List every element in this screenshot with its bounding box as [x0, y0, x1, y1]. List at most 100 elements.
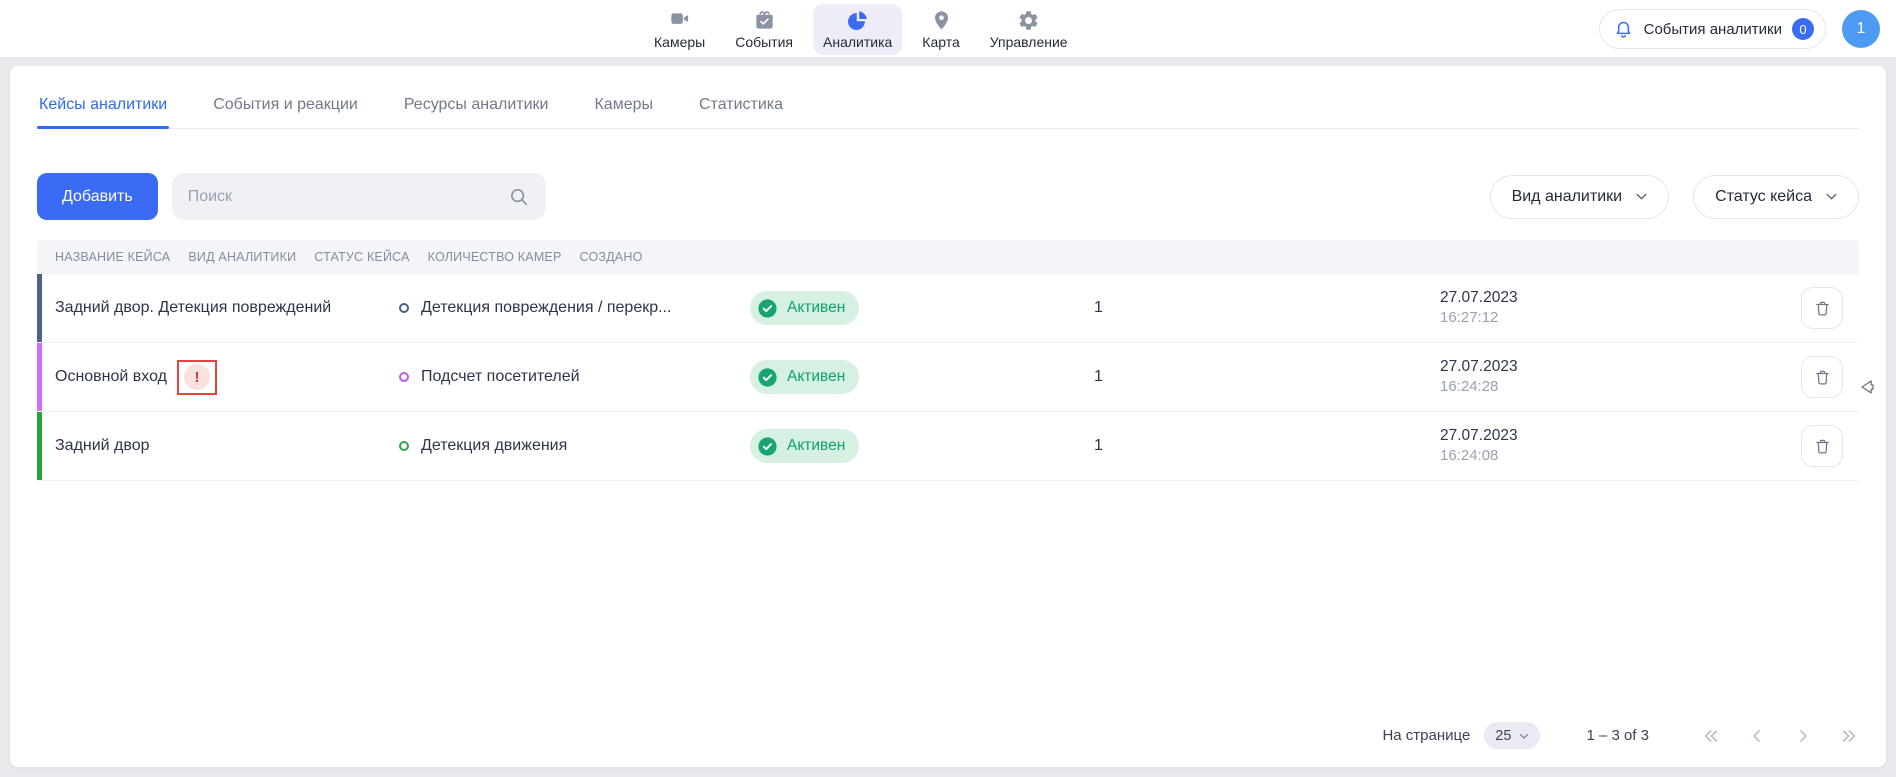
case-name-cell: Задний двор [37, 437, 381, 455]
case-name: Основной вход [55, 368, 167, 386]
nav-item[interactable]: Камеры [644, 4, 715, 55]
case-status-cell: Активен [732, 429, 1076, 463]
case-status-cell: Активен [732, 291, 1076, 325]
tab[interactable]: Статистика [697, 90, 785, 128]
video-camera-icon [668, 9, 691, 32]
top-nav: Камеры События Анали [0, 0, 1896, 58]
nav-item-label: Управление [990, 34, 1068, 50]
filter-dropdown[interactable]: Вид аналитики [1490, 175, 1670, 219]
tabs: Кейсы аналитики События и реакции Ресурс… [37, 66, 1859, 129]
case-name-cell: Основной вход ! [37, 360, 381, 395]
created-time: 16:24:28 [1440, 377, 1518, 397]
trash-icon [1813, 437, 1832, 456]
trash-icon [1813, 299, 1832, 318]
table-header-cell: ВИД АНАЛИТИКИ [170, 250, 296, 264]
analytics-events-button[interactable]: События аналитики 0 [1599, 9, 1826, 49]
status-badge-label: Активен [787, 437, 845, 455]
camera-count: 1 [1094, 437, 1103, 455]
gear-icon [1017, 9, 1040, 32]
tab[interactable]: Ресурсы аналитики [402, 90, 551, 128]
pie-chart-icon [846, 9, 869, 32]
nav-item-label: Камеры [654, 34, 705, 50]
double-chevron-right-icon [1839, 726, 1859, 746]
filters: Вид аналитики Статус кейса [1490, 175, 1859, 219]
analytics-type-cell: Подсчет посетителей [381, 368, 732, 386]
search-input[interactable] [188, 188, 508, 206]
search-box[interactable] [172, 173, 546, 220]
nav-item[interactable]: Карта [912, 4, 969, 55]
analytics-type-label: Подсчет посетителей [421, 368, 580, 386]
check-icon [756, 435, 779, 458]
table-header: НАЗВАНИЕ КЕЙСА ВИД АНАЛИТИКИ СТАТУС КЕЙС… [37, 240, 1859, 274]
camera-count: 1 [1094, 299, 1103, 317]
trash-icon [1813, 368, 1832, 387]
created-time: 16:24:08 [1440, 446, 1518, 466]
analytics-type-dot [399, 303, 409, 313]
status-badge: Активен [750, 291, 859, 325]
table-body: Задний двор. Детекция повреждений Детекц… [37, 274, 1859, 481]
analytics-type-dot [399, 372, 409, 382]
analytics-type-dot [399, 441, 409, 451]
table-header-cell: СОЗДАНО [562, 250, 643, 264]
nav-item[interactable]: Управление [980, 4, 1078, 55]
filter-dropdown-label: Статус кейса [1715, 188, 1812, 206]
double-chevron-left-icon [1701, 726, 1721, 746]
tab[interactable]: Кейсы аналитики [37, 90, 169, 128]
delete-case-button[interactable] [1801, 356, 1843, 398]
table-row[interactable]: Задний двор Детекция движения Активен [37, 412, 1859, 481]
map-pin-icon [930, 9, 953, 32]
camera-count-cell: 1 [1076, 437, 1422, 455]
delete-case-button[interactable] [1801, 287, 1843, 329]
tab[interactable]: Камеры [592, 90, 655, 128]
chevron-right-icon [1793, 726, 1813, 746]
next-page-button[interactable] [1793, 726, 1813, 746]
prev-page-button[interactable] [1747, 726, 1767, 746]
table-row[interactable]: Основной вход ! Подсчет посетителей [37, 343, 1859, 412]
nav-item-label: Карта [922, 34, 959, 50]
per-page-select[interactable]: 25 [1484, 722, 1540, 749]
events-button-label: События аналитики [1644, 21, 1782, 38]
created-cell: 27.07.2023 16:24:08 [1422, 426, 1733, 466]
row-actions-cell [1733, 287, 1859, 329]
search-icon [508, 186, 530, 208]
check-icon [756, 297, 779, 320]
nav-item[interactable]: Аналитика [813, 4, 902, 55]
table-footer: На странице 25 1 – 3 of 3 [37, 722, 1859, 767]
first-page-button[interactable] [1701, 726, 1721, 746]
pagination [1701, 726, 1859, 746]
delete-case-button[interactable] [1801, 425, 1843, 467]
status-badge-label: Активен [787, 368, 845, 386]
tab-label: События и реакции [213, 96, 358, 113]
per-page-label: На странице [1382, 727, 1470, 744]
row-actions-cell [1733, 356, 1859, 398]
table-header-cell: СТАТУС КЕЙСА [296, 250, 409, 264]
camera-count-cell: 1 [1076, 299, 1422, 317]
analytics-type-label: Детекция повреждения / перекр... [421, 299, 671, 317]
table-header-cell: НАЗВАНИЕ КЕЙСА [37, 250, 170, 264]
nav-right: События аналитики 0 1 [1599, 9, 1880, 49]
case-name-cell: Задний двор. Детекция повреждений [37, 299, 381, 317]
screen: Камеры События Анали [0, 0, 1896, 777]
calendar-check-icon [753, 9, 776, 32]
bell-icon [1613, 19, 1634, 40]
chevron-down-icon [1517, 729, 1531, 743]
analytics-type-cell: Детекция повреждения / перекр... [381, 299, 732, 317]
content-card: Кейсы аналитики События и реакции Ресурс… [10, 66, 1886, 767]
row-actions-cell [1733, 425, 1859, 467]
case-color-bar [37, 412, 42, 480]
filter-dropdown[interactable]: Статус кейса [1693, 175, 1859, 219]
warning-highlight-box: ! [177, 360, 217, 395]
analytics-type-cell: Детекция движения [381, 437, 732, 455]
case-status-cell: Активен [732, 360, 1076, 394]
table-row[interactable]: Задний двор. Детекция повреждений Детекц… [37, 274, 1859, 343]
camera-count: 1 [1094, 368, 1103, 386]
nav-item[interactable]: События [725, 4, 803, 55]
add-case-button[interactable]: Добавить [37, 173, 158, 220]
avatar[interactable]: 1 [1842, 10, 1880, 48]
mouse-cursor [1856, 376, 1878, 398]
created-date: 27.07.2023 [1440, 426, 1518, 446]
tab-label: Статистика [699, 96, 783, 113]
tab[interactable]: События и реакции [211, 90, 360, 128]
last-page-button[interactable] [1839, 726, 1859, 746]
tab-label: Ресурсы аналитики [404, 96, 549, 113]
